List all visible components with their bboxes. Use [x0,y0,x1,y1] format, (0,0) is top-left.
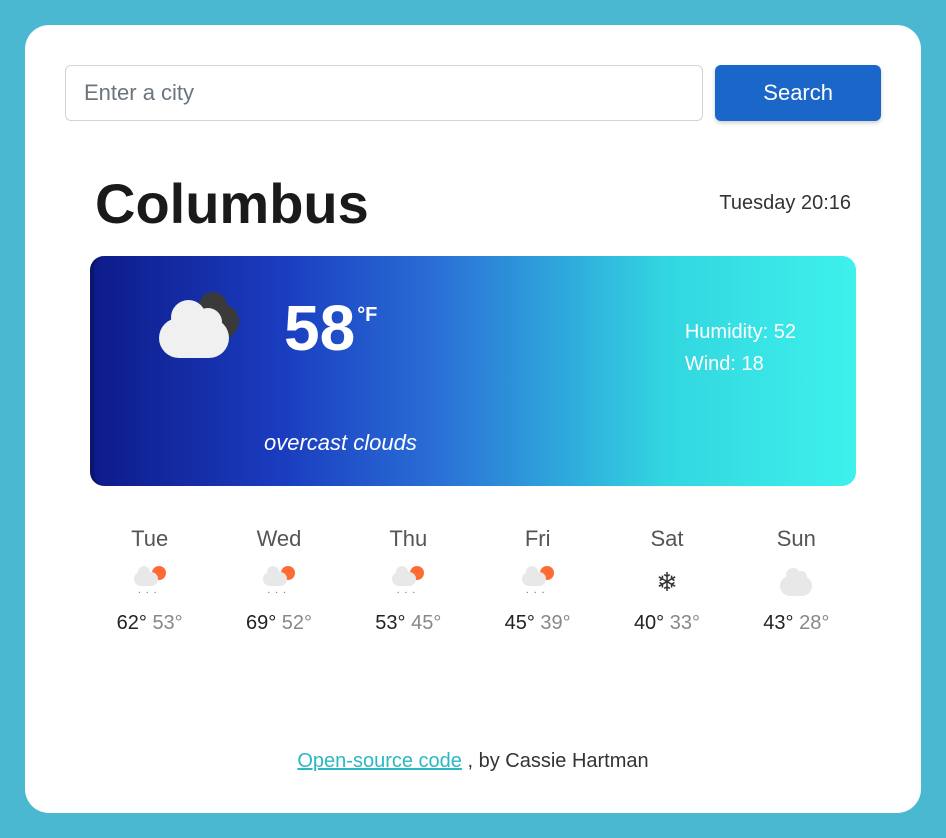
humidity-value: 52 [774,321,796,343]
humidity-label: Humidity: [685,321,774,343]
forecast-day: Sun 43° 28° [763,526,829,635]
current-top-row: 58 °F Humidity: 52 Wind: 18 [154,296,796,380]
current-stats: Humidity: 52 Wind: 18 [685,316,796,380]
footer-credit: , by Cassie Hartman [462,750,649,772]
forecast-high: 69° [246,612,276,634]
forecast-day-label: Tue [131,526,168,552]
forecast-high: 43° [763,612,793,634]
forecast-high: 62° [117,612,147,634]
footer: Open-source code , by Cassie Hartman [65,750,881,773]
forecast-low: 52° [282,612,312,634]
search-button[interactable]: Search [715,65,881,121]
rain-sun-icon: ⠂⠂⠂ [132,564,168,600]
forecast-high: 45° [505,612,535,634]
rain-sun-icon: ⠂⠂⠂ [390,564,426,600]
forecast-low: 45° [411,612,441,634]
forecast-day: Sat ❄ 40° 33° [634,526,700,635]
forecast-low: 28° [799,612,829,634]
snowflake-icon: ❄ [649,564,685,600]
forecast-day: Thu ⠂⠂⠂ 53° 45° [375,526,441,635]
forecast-high: 40° [634,612,664,634]
forecast-temps: 69° 52° [246,612,312,635]
forecast-temps: 53° 45° [375,612,441,635]
forecast-low: 39° [540,612,570,634]
current-temp-unit: °F [357,304,377,327]
city-search-input[interactable] [65,65,703,121]
overcast-clouds-icon [154,296,254,376]
header-row: Columbus Tuesday 20:16 [65,171,881,236]
rain-sun-icon: ⠂⠂⠂ [520,564,556,600]
current-datetime: Tuesday 20:16 [719,192,851,215]
humidity-row: Humidity: 52 [685,316,796,348]
forecast-day-label: Sat [650,526,683,552]
open-source-link[interactable]: Open-source code [297,750,462,772]
forecast-low: 33° [670,612,700,634]
temperature-block: 58 °F [284,296,377,360]
forecast-day: Fri ⠂⠂⠂ 45° 39° [505,526,571,635]
forecast-temps: 45° 39° [505,612,571,635]
forecast-day-label: Wed [257,526,302,552]
forecast-day: Wed ⠂⠂⠂ 69° 52° [246,526,312,635]
forecast-row: Tue ⠂⠂⠂ 62° 53° Wed ⠂⠂⠂ 69° 52° Thu ⠂⠂⠂ [65,486,881,665]
city-name: Columbus [95,171,369,236]
wind-label: Wind: [685,353,742,375]
forecast-temps: 40° 33° [634,612,700,635]
wind-row: Wind: 18 [685,348,796,380]
wind-value: 18 [742,353,764,375]
forecast-high: 53° [375,612,405,634]
current-temp-value: 58 [284,296,355,360]
forecast-temps: 62° 53° [117,612,183,635]
forecast-temps: 43° 28° [763,612,829,635]
forecast-day-label: Sun [777,526,816,552]
current-weather-panel: 58 °F Humidity: 52 Wind: 18 overcast clo… [90,256,856,486]
forecast-day-label: Thu [389,526,427,552]
weather-card: Search Columbus Tuesday 20:16 58 °F Humi… [25,25,921,813]
cloud-icon [778,564,814,600]
forecast-low: 53° [152,612,182,634]
weather-description: overcast clouds [264,430,796,456]
forecast-day: Tue ⠂⠂⠂ 62° 53° [117,526,183,635]
rain-sun-icon: ⠂⠂⠂ [261,564,297,600]
search-row: Search [65,65,881,121]
forecast-day-label: Fri [525,526,551,552]
